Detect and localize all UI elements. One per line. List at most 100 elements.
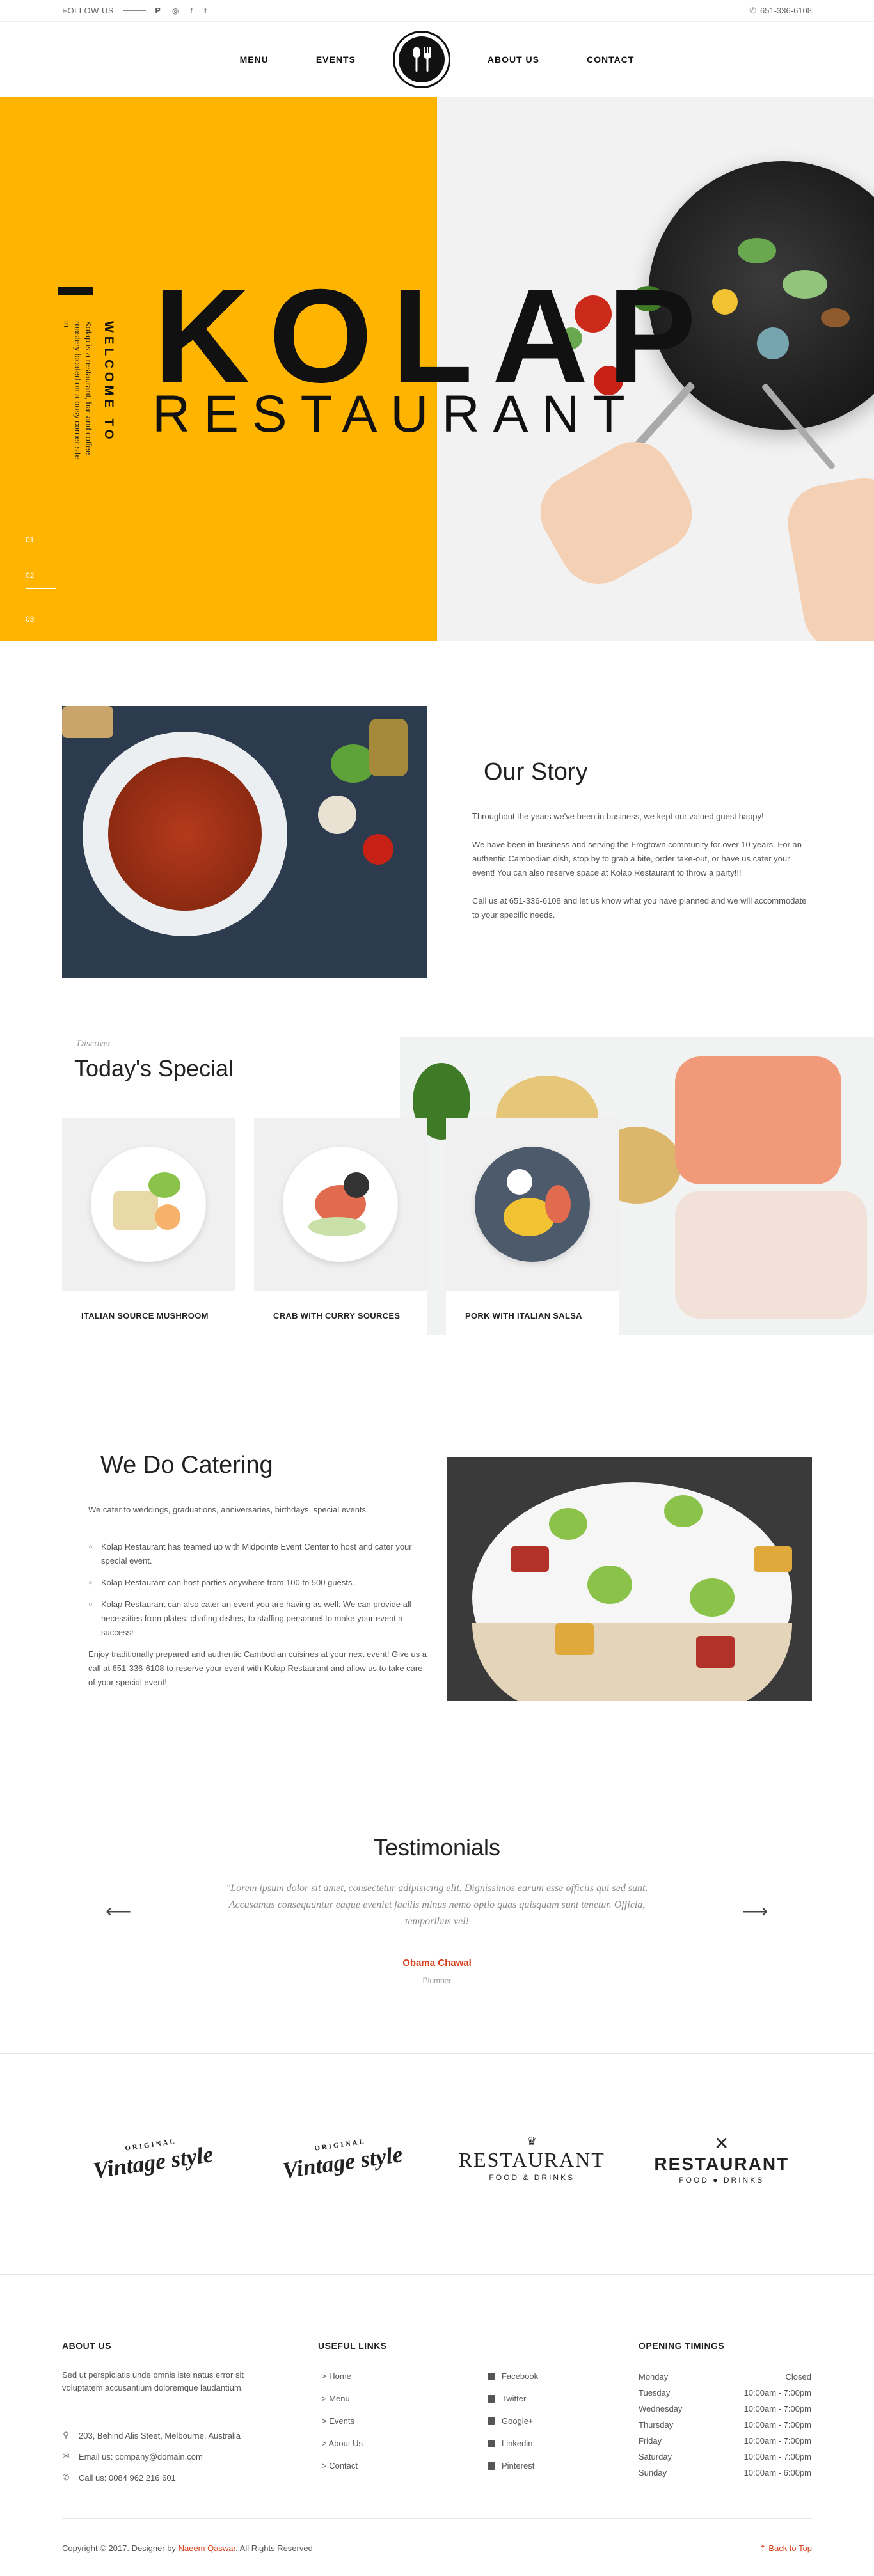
footer-links: > Home > Menu > Events > About Us > Cont… (322, 2365, 363, 2477)
catering-bullet: Kolap Restaurant has teamed up with Midp… (88, 1540, 427, 1568)
location-icon: ⚲ (63, 2430, 69, 2440)
special-card[interactable]: PORK WITH ITALIAN SALSA (446, 1118, 619, 1335)
hero-subtitle: RESTAURANT (152, 385, 639, 443)
slide-3[interactable]: 03 (26, 615, 56, 624)
facebook-icon (488, 2372, 495, 2380)
footer-link-home[interactable]: > Home (322, 2365, 363, 2387)
arrow-up-icon: ⇡ (759, 2543, 767, 2553)
testimonials-title: Testimonials (373, 1834, 501, 1860)
hero-title: KOLAP (154, 262, 715, 411)
prev-arrow[interactable]: ⟵ (106, 1901, 131, 1922)
catering-title: We Do Catering (100, 1452, 273, 1479)
divider (123, 10, 147, 11)
topbar-phone[interactable]: ✆ 651-336-6108 (749, 6, 812, 16)
phone-number: 651-336-6108 (760, 6, 812, 15)
nav-about[interactable]: ABOUT US (488, 54, 539, 65)
copyright: Copyright © 2017. Designer by Naeem Qasw… (62, 2543, 313, 2553)
linkedin-icon (488, 2439, 495, 2447)
back-to-top[interactable]: ⇡ Back to Top (759, 2543, 812, 2554)
hero-section: WELCOME TO Kolap is a restaurant, bar an… (0, 97, 874, 641)
special-card[interactable]: ITALIAN SOURCE MUSHROOM (62, 1118, 235, 1335)
crown-icon: ♛ (527, 2135, 537, 2148)
footer-link-events[interactable]: > Events (322, 2410, 363, 2432)
card-title: CRAB WITH CURRY SOURCES (273, 1311, 401, 1321)
slide-pagination: 01 02 03 (26, 535, 56, 650)
topbar: FOLLOW US 𝗣 ◎ f 𝕥 ✆ 651-336-6108 (0, 0, 874, 22)
google-plus-icon (488, 2417, 495, 2425)
testimonial-role: Plumber (422, 1976, 452, 1985)
special-title: Today's Special (74, 1055, 234, 1081)
nav-events[interactable]: EVENTS (316, 54, 356, 65)
cross-utensils-icon: ✕ (714, 2133, 729, 2153)
hours-row: Tuesday 10:00am - 7:00pm (639, 2388, 811, 2398)
phone-icon: ✆ (749, 5, 757, 15)
hero-description: Kolap is a restaurant, bar and coffee ro… (62, 321, 93, 460)
footer-link-contact[interactable]: > Contact (322, 2454, 363, 2477)
footer-phone[interactable]: ✆ Call us: 0084 962 216 601 (62, 2472, 176, 2483)
footer-about-text: Sed ut perspiciatis unde omnis iste natu… (62, 2370, 244, 2392)
dish-image (62, 1118, 235, 1291)
footer-twitter[interactable]: Twitter (488, 2387, 538, 2410)
divider (0, 2053, 874, 2054)
footer-linkedin[interactable]: Linkedin (488, 2432, 538, 2454)
slide-2[interactable]: 02 (26, 571, 56, 580)
catering-text: We cater to weddings, graduations, anniv… (88, 1503, 427, 1697)
hours-row: Friday 10:00am - 7:00pm (639, 2436, 811, 2446)
story-paragraph: Throughout the years we've been in busin… (472, 812, 764, 821)
footer-email[interactable]: ✉ Email us: company@domain.com (62, 2451, 203, 2462)
brand-logo: ♛ RESTAURANT FOOD & DRINKS (458, 2135, 605, 2182)
follow-us-label: FOLLOW US (62, 6, 115, 15)
dish-image (254, 1118, 427, 1291)
special-card[interactable]: CRAB WITH CURRY SOURCES (254, 1118, 427, 1335)
divider (0, 2274, 874, 2275)
twitter-icon (488, 2394, 495, 2403)
designer-link[interactable]: Naeem Qaswar (179, 2543, 236, 2553)
phone-icon: ✆ (62, 2472, 70, 2482)
discover-label: Discover (77, 1039, 112, 1049)
next-arrow[interactable]: ⟶ (742, 1901, 768, 1922)
testimonial-quote: "Lorem ipsum dolor sit amet, consectetur… (226, 1883, 648, 1927)
mail-icon: ✉ (62, 2451, 70, 2461)
footer-pinterest[interactable]: Pinterest (488, 2454, 538, 2477)
instagram-icon[interactable]: ◎ (172, 6, 179, 15)
story-text: Throughout the years we've been in busin… (472, 810, 811, 936)
twitter-icon[interactable]: 𝕥 (204, 6, 208, 15)
active-slide-indicator (26, 588, 56, 589)
brand-logo: ORIGINAL Vintage style (281, 2137, 404, 2183)
divider (62, 2518, 812, 2519)
opening-hours: Monday Closed Tuesday 10:00am - 7:00pm Wed… (639, 2369, 811, 2481)
story-image (62, 706, 427, 978)
footer-link-menu[interactable]: > Menu (322, 2387, 363, 2410)
hours-row: Monday Closed (639, 2372, 811, 2382)
brand-logos: ORIGINAL Vintage style ORIGINAL Vintage … (0, 2123, 874, 2194)
story-paragraph: Call us at 651-336-6108 and let us know … (472, 896, 807, 920)
testimonial-author: Obama Chawal (402, 1958, 472, 1968)
footer-google[interactable]: Google+ (488, 2410, 538, 2432)
hero-dash (58, 287, 93, 295)
slide-1[interactable]: 01 (26, 535, 56, 544)
catering-bullet: Kolap Restaurant can host parties anywhe… (88, 1576, 427, 1590)
page: FOLLOW US 𝗣 ◎ f 𝕥 ✆ 651-336-6108 MENU EV… (0, 0, 874, 2576)
footer-link-about[interactable]: > About Us (322, 2432, 363, 2454)
story-title: Our Story (484, 758, 588, 785)
main-nav: MENU EVENTS ABOUT US CONTACT (0, 22, 874, 97)
facebook-icon[interactable]: f (190, 6, 192, 15)
footer-social: Facebook Twitter Google+ Linkedin Pinter… (488, 2365, 538, 2477)
pinterest-icon (488, 2462, 495, 2470)
brand-logo: ORIGINAL Vintage style (91, 2137, 215, 2183)
social-links: 𝗣 ◎ f 𝕥 (155, 6, 207, 15)
footer-facebook[interactable]: Facebook (488, 2365, 538, 2387)
pinterest-icon[interactable]: 𝗣 (155, 6, 161, 15)
card-title: ITALIAN SOURCE MUSHROOM (81, 1311, 209, 1321)
logo[interactable] (392, 31, 450, 88)
hours-row: Thursday 10:00am - 7:00pm (639, 2420, 811, 2430)
nav-menu[interactable]: MENU (240, 54, 269, 65)
welcome-text: WELCOME TO (102, 321, 115, 443)
hours-row: Wednesday 10:00am - 7:00pm (639, 2404, 811, 2414)
hours-row: Saturday 10:00am - 7:00pm (639, 2452, 811, 2462)
hours-row: Sunday 10:00am - 6:00pm (639, 2468, 811, 2478)
footer-hours-title: OPENING TIMINGS (639, 2341, 725, 2351)
story-paragraph: We have been in business and serving the… (472, 840, 802, 877)
nav-contact[interactable]: CONTACT (587, 54, 634, 65)
dish-image (446, 1118, 619, 1291)
